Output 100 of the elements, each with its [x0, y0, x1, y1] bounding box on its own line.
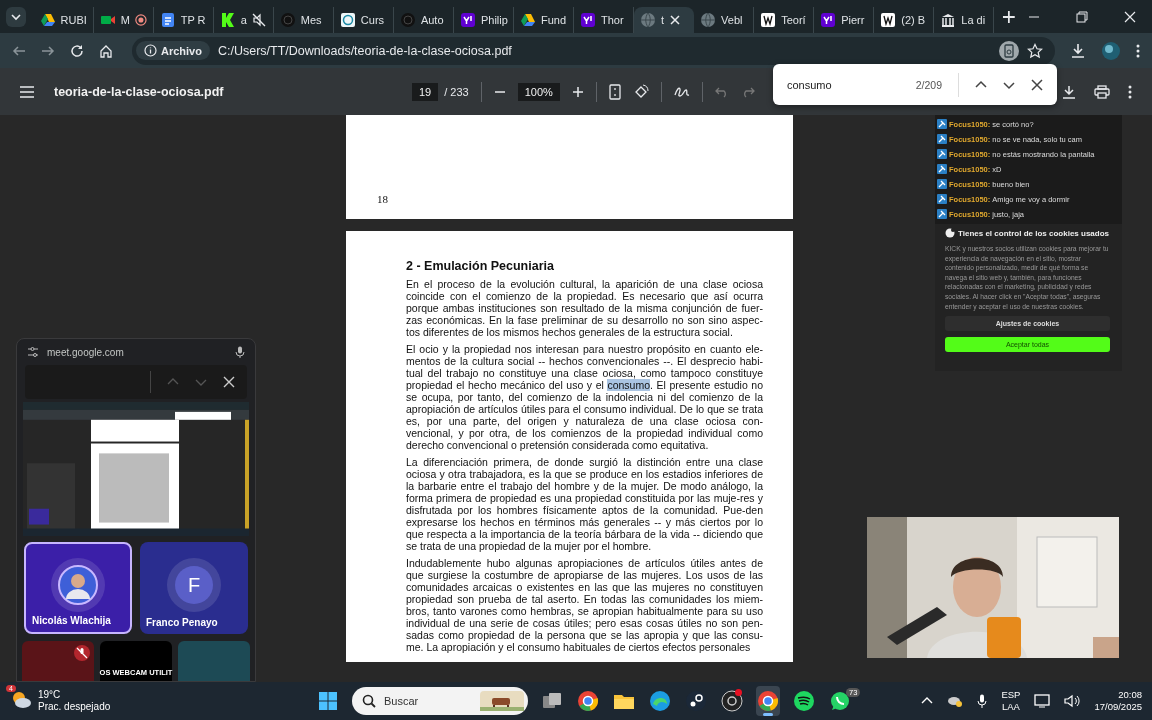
browser-tab[interactable]: Mes: [273, 6, 334, 33]
search-field[interactable]: Buscar: [352, 687, 528, 715]
document-search-icon: [1002, 43, 1016, 58]
hammer-icon: [937, 179, 947, 189]
star-icon[interactable]: [1027, 42, 1043, 59]
avatar: [58, 565, 98, 605]
browser-tab[interactable]: Fund: [513, 6, 574, 33]
globe-icon: [700, 11, 717, 28]
monitor-icon[interactable]: [1034, 694, 1051, 708]
tab-title: La di: [961, 13, 986, 26]
circle-icon: [279, 11, 296, 28]
more-icon[interactable]: [1128, 84, 1132, 99]
url-text: C:/Users/TT/Downloads/teoria-de-la-clase-ociosa.pdf: [217, 43, 512, 58]
restore-icon[interactable]: [1076, 10, 1089, 23]
hammer-icon: [937, 209, 947, 219]
browser-tab[interactable]: Teorí: [754, 6, 815, 33]
hammer-icon: [937, 119, 947, 129]
sun-cloud-icon: [10, 689, 32, 709]
browser-tab[interactable]: Auto: [393, 6, 454, 33]
undo-icon[interactable]: [714, 85, 729, 98]
zoom-field[interactable]: 100%: [517, 82, 560, 101]
paragraph: El ocio y la propiedad nos interesan para nuestro propósito en cuanto ele-mentos de la cultura social -- hechos convencionales --. El desprecio habi-tual del trabajo no constituye una clase ociosa, como tampoco constituye propiedad el hecho mecánico del uso y el consumo. El presente estudio no se ocupa, por tanto, del comienzo de la indolencia ni del comienzo de la apropiación de artículos útiles para el consumo individual. De lo que se trata es, por una parte, del origen y naturaleza de una clase ociosa con-vencional, y por otra, de los comienzos de la propiedad individual como derecho convencional o pretensión considerada como equitativa.: [406, 343, 763, 451]
new-tab-icon[interactable]: [1002, 9, 1017, 24]
fit-page-icon[interactable]: [608, 83, 621, 100]
clock[interactable]: 20:08 17/09/2025: [1094, 689, 1142, 713]
browser-tab[interactable]: La di: [934, 6, 995, 33]
cloud-icon[interactable]: [947, 694, 964, 708]
hammer-icon: [937, 164, 947, 174]
browser-tab[interactable]: Thor: [574, 6, 635, 33]
triangle-icon: [39, 11, 56, 28]
page-number-field[interactable]: 19: [412, 82, 439, 101]
tab-search-button[interactable]: [6, 6, 26, 27]
browser-icon: [577, 690, 599, 712]
sliders-icon[interactable]: [27, 346, 39, 358]
muted-microphone-icon: [74, 645, 90, 661]
taskbar-app[interactable]: [756, 686, 780, 716]
browser-icon: [757, 690, 779, 712]
back-icon[interactable]: [12, 43, 26, 58]
info-icon: [144, 44, 157, 57]
site-info-chip[interactable]: Archivo: [136, 41, 210, 60]
microphone-icon[interactable]: [977, 694, 988, 708]
music-icon: [793, 690, 815, 712]
document-icon: [159, 11, 176, 28]
microphone-icon[interactable]: [235, 346, 245, 358]
tab-title: Auto: [420, 13, 444, 26]
address-bar[interactable]: Archivo C:/Users/TT/Downloads/teoria-de-la-clase-ociosa.pdf: [132, 36, 1055, 65]
close-icon[interactable]: [1031, 78, 1043, 91]
participant-tile[interactable]: Nicolás Wlachija: [24, 542, 132, 634]
close-icon[interactable]: [669, 13, 682, 26]
square-icon: [580, 11, 596, 28]
camera-lens-icon: [721, 690, 743, 712]
forward-icon[interactable]: [41, 43, 55, 58]
menu-icon[interactable]: [1136, 43, 1140, 58]
start-icon: [318, 691, 338, 711]
download-icon[interactable]: [1070, 42, 1086, 59]
muted-speaker-icon[interactable]: [251, 12, 266, 27]
browser-tab[interactable]: TP R: [153, 6, 214, 33]
columns-icon: [940, 11, 957, 28]
reload-icon[interactable]: [70, 43, 84, 58]
browser-tab[interactable]: Philip: [453, 6, 514, 33]
browser-tab[interactable]: a: [213, 6, 274, 33]
language-indicator[interactable]: ESP LAA: [1001, 689, 1021, 713]
browser-tab[interactable]: Pierr: [814, 6, 875, 33]
print-icon[interactable]: [1094, 84, 1110, 99]
tab-title: Thor: [601, 13, 624, 26]
tab-title: Teorí: [781, 13, 806, 26]
menu-icon[interactable]: [20, 85, 34, 98]
browser-tab[interactable]: RUBI: [33, 6, 94, 33]
match-count: 2/209: [915, 78, 942, 91]
profile-avatar-icon[interactable]: [1101, 40, 1121, 61]
chat-bubble-icon: [829, 690, 851, 712]
browser-tab[interactable]: t: [634, 6, 695, 33]
home-icon[interactable]: [99, 43, 113, 58]
speaker-icon[interactable]: [1064, 694, 1081, 708]
page-search-button[interactable]: [999, 40, 1019, 61]
tab-title: Fund: [540, 13, 567, 26]
section-heading: 2 - Emulación Pecuniaria: [406, 259, 555, 273]
site-url: meet.google.com: [47, 346, 124, 358]
globe-icon: [640, 11, 657, 28]
browser-tab[interactable]: (2) B: [874, 6, 935, 33]
square-icon: [880, 11, 897, 28]
square-icon: [459, 11, 476, 28]
tab-title: Vebl: [721, 13, 743, 26]
tab-title: M: [120, 13, 130, 26]
search-icon: [362, 694, 376, 708]
browser-tab[interactable]: Curs: [333, 6, 394, 33]
participant-tile[interactable]: [178, 641, 250, 681]
browser-tab[interactable]: Vebl: [694, 6, 755, 33]
find-field[interactable]: consumo: [787, 78, 897, 91]
triangle-icon: [519, 11, 536, 28]
download-icon[interactable]: [1062, 84, 1076, 99]
hammer-icon: [937, 149, 947, 159]
wave-icon: [649, 690, 671, 712]
participant-tile[interactable]: F Franco Penayo: [140, 542, 248, 634]
tab-title: Mes: [300, 13, 322, 26]
participant-tile[interactable]: [22, 641, 94, 681]
zoom-in-icon[interactable]: [571, 85, 584, 98]
tab-title: RUBI: [60, 13, 87, 26]
browser-tab[interactable]: M: [93, 6, 154, 33]
hammer-icon: [937, 134, 947, 144]
